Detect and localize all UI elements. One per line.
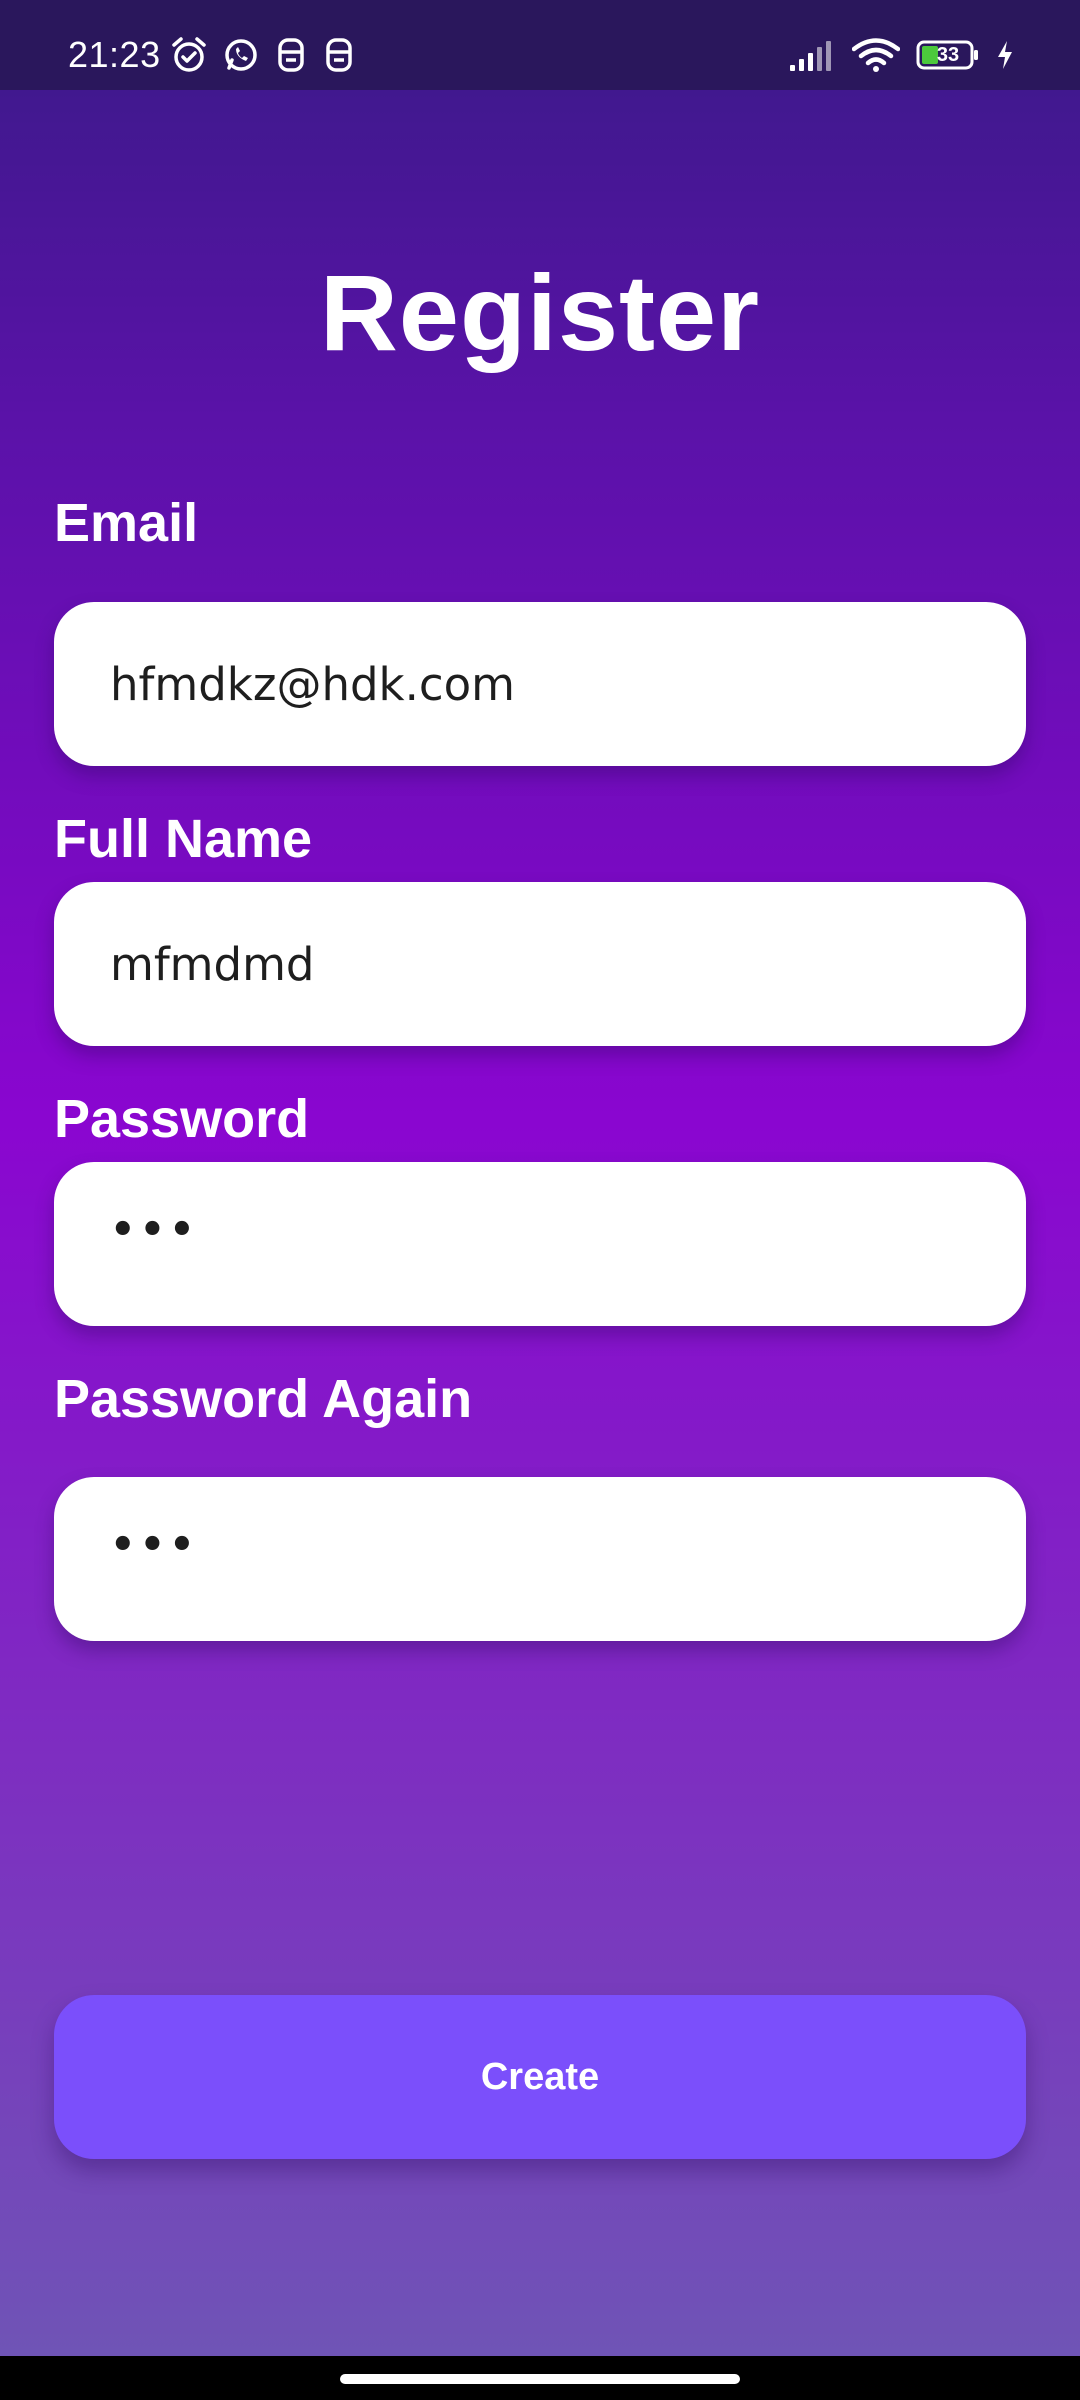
password-field[interactable]: •••	[54, 1162, 1026, 1326]
status-time: 21:23	[68, 34, 161, 75]
whatsapp-icon	[222, 36, 260, 74]
password-again-field[interactable]: •••	[54, 1477, 1026, 1641]
full-name-value: mfmdmd	[110, 937, 315, 991]
wifi-icon	[852, 38, 900, 72]
full-name-field[interactable]: mfmdmd	[54, 882, 1026, 1046]
app-notification-icon	[274, 36, 308, 74]
password-again-value: •••	[110, 1522, 199, 1568]
password-value: •••	[110, 1207, 199, 1253]
home-gesture-handle[interactable]	[340, 2374, 740, 2384]
email-field[interactable]: hfmdkz@hdk.com	[54, 602, 1026, 766]
create-button-label: Create	[480, 2055, 600, 2098]
full-name-label: Full Name	[54, 809, 313, 869]
password-label: Password	[54, 1089, 310, 1149]
charging-icon	[996, 40, 1014, 70]
app-notification-icon	[322, 36, 356, 74]
page-title: Register	[319, 252, 761, 373]
status-system-icons: 33	[790, 38, 1014, 72]
signal-icon	[790, 39, 836, 71]
email-value: hfmdkz@hdk.com	[110, 657, 515, 711]
email-label: Email	[54, 493, 199, 553]
status-bar: 21:23 33	[0, 0, 1080, 90]
navigation-bar	[0, 2356, 1080, 2400]
battery-level: 33	[936, 44, 960, 66]
create-button[interactable]: Create	[54, 1995, 1026, 2159]
alarm-icon	[170, 36, 208, 74]
status-notification-icons	[170, 36, 356, 74]
password-again-label: Password Again	[54, 1369, 473, 1429]
register-screen: 21:23 33 Register Email hfmdkz@hdk.com F…	[0, 0, 1080, 2356]
battery-icon: 33	[916, 40, 980, 70]
